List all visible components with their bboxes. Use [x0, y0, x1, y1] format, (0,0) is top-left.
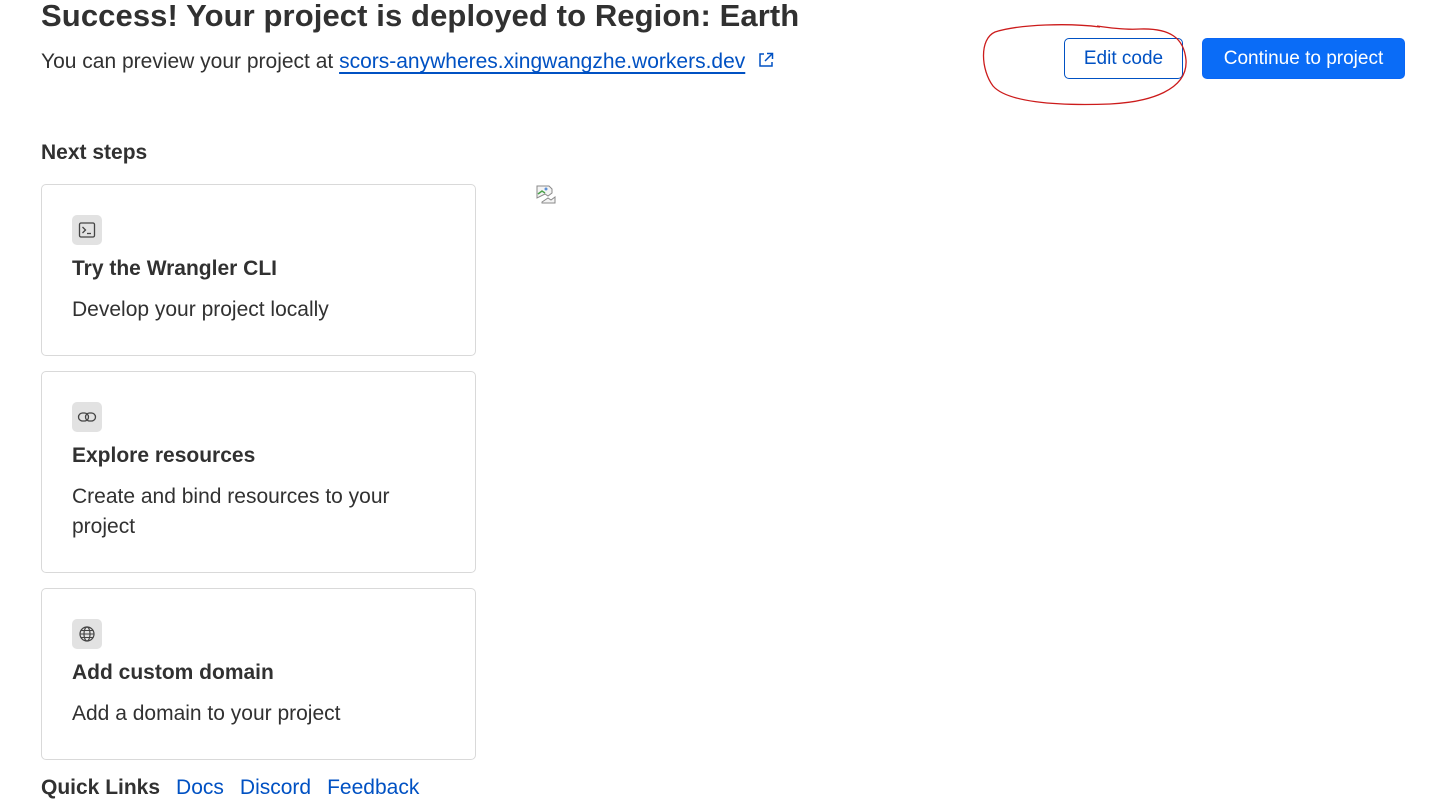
broken-image-icon	[536, 185, 556, 204]
discord-link[interactable]: Discord	[240, 776, 311, 800]
feedback-link[interactable]: Feedback	[327, 776, 419, 800]
external-link-icon[interactable]	[757, 51, 775, 69]
terminal-icon	[72, 215, 102, 245]
card-description: Add a domain to your project	[72, 702, 341, 725]
preview-line: You can preview your project at scors-an…	[41, 50, 775, 74]
quick-links-label: Quick Links	[41, 776, 161, 799]
globe-icon	[72, 619, 102, 649]
page-title: Success! Your project is deployed to Reg…	[41, 0, 800, 33]
card-explore-resources[interactable]: Explore resources Create and bind resour…	[41, 371, 476, 573]
next-steps-heading: Next steps	[41, 141, 148, 164]
card-title: Try the Wrangler CLI	[72, 257, 277, 280]
continue-to-project-button[interactable]: Continue to project	[1202, 38, 1405, 79]
preview-prefix: You can preview your project at	[41, 50, 334, 73]
link-icon	[72, 402, 102, 432]
card-description: Create and bind resources to your projec…	[72, 485, 390, 538]
card-wrangler-cli[interactable]: Try the Wrangler CLI Develop your projec…	[41, 184, 476, 356]
docs-link[interactable]: Docs	[176, 776, 224, 800]
preview-url-link[interactable]: scors-anywheres.xingwangzhe.workers.dev	[339, 50, 745, 73]
card-add-custom-domain[interactable]: Add custom domain Add a domain to your p…	[41, 588, 476, 760]
deployment-success-page: Success! Your project is deployed to Reg…	[0, 0, 1447, 807]
card-description: Develop your project locally	[72, 298, 329, 321]
edit-code-button[interactable]: Edit code	[1064, 38, 1183, 79]
quick-links: Quick Links Docs Discord Feedback	[41, 776, 435, 800]
card-title: Explore resources	[72, 444, 256, 467]
card-title: Add custom domain	[72, 661, 274, 684]
